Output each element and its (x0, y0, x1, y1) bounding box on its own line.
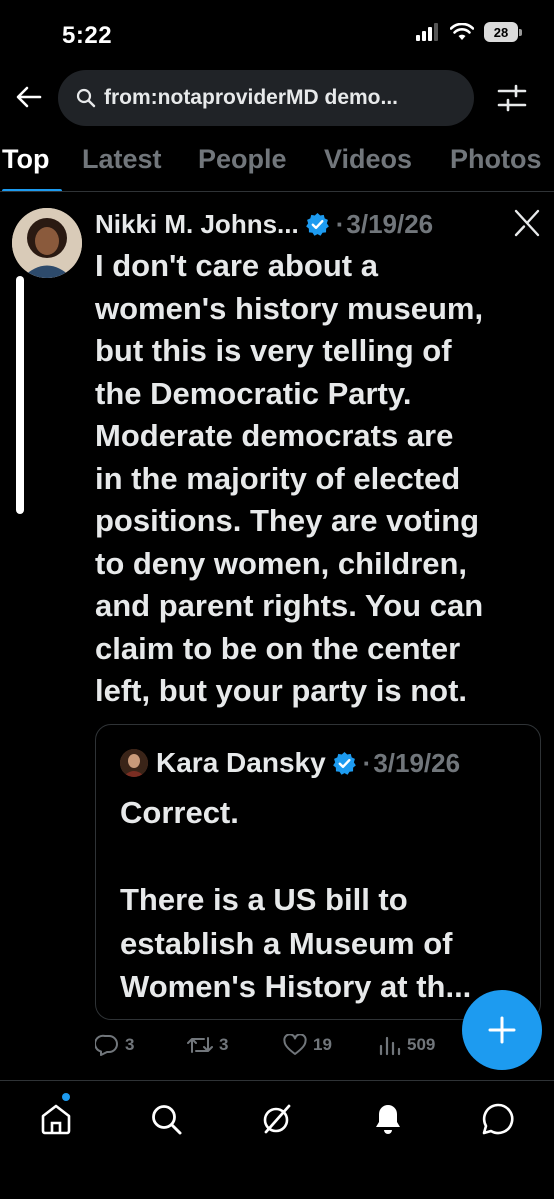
battery-indicator: 28 (484, 22, 522, 42)
repost-icon (187, 1037, 213, 1053)
repost-count: 3 (219, 1035, 229, 1054)
views-button[interactable]: 509 (379, 1034, 435, 1056)
quoted-tweet-date: 3/19/26 (373, 747, 461, 778)
active-tab-indicator (2, 189, 62, 191)
header-separator: · (335, 208, 345, 239)
quoted-tweet-header: Kara Dansky · 3/19/26 (120, 747, 460, 779)
verified-icon (332, 751, 356, 775)
like-icon (283, 1034, 307, 1055)
tab-photos[interactable]: Photos (450, 144, 542, 175)
status-icons: 28 (416, 22, 522, 42)
search-tabs: Top Latest People Videos Photos (0, 136, 554, 192)
tweet-header: Nikki M. Johns... · 3/19/26 (95, 206, 545, 242)
reply-icon (95, 1034, 118, 1056)
quoted-author-avatar (120, 749, 148, 777)
home-icon[interactable] (38, 1101, 74, 1137)
thread-line (16, 276, 24, 514)
quoted-author-name: Kara Dansky (156, 747, 326, 778)
status-time: 5:22 (62, 22, 113, 49)
tab-people[interactable]: People (198, 144, 287, 175)
reply-button[interactable]: 3 (95, 1034, 134, 1056)
author-avatar[interactable] (12, 208, 82, 278)
like-button[interactable]: 19 (283, 1034, 332, 1056)
compose-icon (488, 1016, 516, 1044)
grok-nav-icon[interactable] (259, 1101, 295, 1137)
verified-icon (305, 212, 329, 236)
signal-icon (416, 23, 438, 41)
status-bar: 5:22 28 (0, 0, 554, 70)
search-icon (76, 88, 96, 108)
quoted-header-separator: · (362, 747, 372, 778)
back-arrow-icon (16, 86, 42, 108)
views-count: 509 (407, 1035, 436, 1054)
back-button[interactable] (14, 80, 44, 114)
notifications-icon[interactable] (370, 1101, 406, 1137)
reply-count: 3 (125, 1035, 135, 1054)
tweet-text: I don't care about a women's history mus… (95, 248, 484, 708)
quoted-tweet-text: Correct. There is a US bill to establish… (120, 795, 472, 1004)
battery-level: 28 (493, 24, 509, 40)
filter-icon[interactable] (496, 82, 528, 114)
views-icon (379, 1036, 401, 1056)
bottom-navigation (0, 1080, 554, 1199)
explore-icon[interactable] (148, 1101, 184, 1137)
tab-videos[interactable]: Videos (324, 144, 412, 175)
like-count: 19 (313, 1035, 332, 1054)
home-notification-dot (62, 1093, 70, 1101)
quoted-tweet[interactable]: Kara Dansky · 3/19/26 Correct. There is … (95, 724, 541, 1020)
repost-button[interactable]: 3 (187, 1034, 228, 1056)
wifi-icon (450, 23, 474, 40)
tab-top[interactable]: Top (2, 144, 49, 175)
messages-icon[interactable] (480, 1101, 516, 1137)
search-input[interactable]: from:notaproviderMD demo... (58, 70, 474, 126)
grok-icon[interactable] (512, 208, 542, 238)
compose-button[interactable] (462, 990, 542, 1070)
tab-latest[interactable]: Latest (82, 144, 162, 175)
author-name[interactable]: Nikki M. Johns... (95, 209, 299, 240)
search-query: from:notaproviderMD demo... (104, 86, 399, 109)
tweet-date[interactable]: 3/19/26 (346, 209, 433, 240)
avatar-image (12, 208, 82, 278)
